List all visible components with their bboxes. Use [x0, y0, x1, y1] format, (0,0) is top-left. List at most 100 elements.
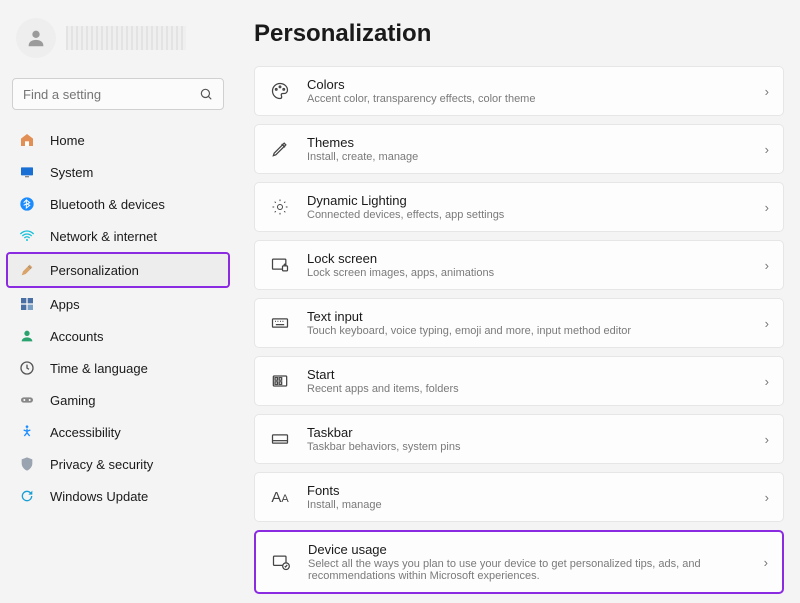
search-icon: [199, 87, 213, 101]
nav: Home System Bluetooth & devices Network …: [8, 124, 228, 512]
home-icon: [18, 131, 36, 149]
accounts-icon: [18, 327, 36, 345]
sidebar-item-network[interactable]: Network & internet: [8, 220, 228, 252]
brush-icon: [269, 138, 291, 160]
sidebar-item-label: Network & internet: [50, 229, 218, 244]
sidebar-item-label: Personalization: [50, 263, 218, 278]
settings-cards: Colors Accent color, transparency effect…: [254, 66, 784, 594]
main: Personalization Colors Accent color, tra…: [236, 0, 800, 603]
chevron-right-icon: ›: [765, 490, 769, 505]
chevron-right-icon: ›: [764, 555, 768, 570]
card-text: Device usage Select all the ways you pla…: [308, 542, 748, 582]
sidebar-item-apps[interactable]: Apps: [8, 288, 228, 320]
taskbar-icon: [269, 428, 291, 450]
card-desc: Accent color, transparency effects, colo…: [307, 93, 749, 105]
card-start[interactable]: Start Recent apps and items, folders ›: [254, 356, 784, 406]
avatar: [16, 18, 56, 58]
sidebar-item-label: Accessibility: [50, 425, 218, 440]
keyboard-icon: [269, 312, 291, 334]
card-desc: Select all the ways you plan to use your…: [308, 558, 748, 582]
accessibility-icon: [18, 423, 36, 441]
chevron-right-icon: ›: [765, 432, 769, 447]
card-device-usage[interactable]: Device usage Select all the ways you pla…: [254, 530, 784, 594]
card-text: Lock screen Lock screen images, apps, an…: [307, 251, 749, 279]
page-title: Personalization: [254, 20, 784, 48]
card-taskbar[interactable]: Taskbar Taskbar behaviors, system pins ›: [254, 414, 784, 464]
sidebar-item-personalization[interactable]: Personalization: [8, 254, 228, 286]
card-title: Colors: [307, 77, 749, 92]
lighting-icon: [269, 196, 291, 218]
sidebar: Home System Bluetooth & devices Network …: [0, 0, 236, 603]
card-fonts[interactable]: AA Fonts Install, manage ›: [254, 472, 784, 522]
sidebar-item-label: Apps: [50, 297, 218, 312]
chevron-right-icon: ›: [765, 258, 769, 273]
sidebar-item-home[interactable]: Home: [8, 124, 228, 156]
device-usage-icon: [270, 551, 292, 573]
sidebar-item-label: Gaming: [50, 393, 218, 408]
card-title: Text input: [307, 309, 749, 324]
card-colors[interactable]: Colors Accent color, transparency effect…: [254, 66, 784, 116]
profile-name-placeholder: [66, 26, 186, 50]
sidebar-item-label: Bluetooth & devices: [50, 197, 218, 212]
card-text: Themes Install, create, manage: [307, 135, 749, 163]
card-themes[interactable]: Themes Install, create, manage ›: [254, 124, 784, 174]
system-icon: [18, 163, 36, 181]
search-input[interactable]: [23, 87, 199, 102]
sidebar-item-label: Time & language: [50, 361, 218, 376]
card-desc: Install, create, manage: [307, 151, 749, 163]
person-icon: [25, 27, 47, 49]
card-title: Device usage: [308, 542, 748, 557]
sidebar-item-privacy[interactable]: Privacy & security: [8, 448, 228, 480]
card-text: Taskbar Taskbar behaviors, system pins: [307, 425, 749, 453]
apps-icon: [18, 295, 36, 313]
card-text: Colors Accent color, transparency effect…: [307, 77, 749, 105]
sidebar-item-system[interactable]: System: [8, 156, 228, 188]
fonts-icon: AA: [269, 486, 291, 508]
bluetooth-icon: [18, 195, 36, 213]
sidebar-item-label: Windows Update: [50, 489, 218, 504]
card-title: Themes: [307, 135, 749, 150]
chevron-right-icon: ›: [765, 84, 769, 99]
palette-icon: [269, 80, 291, 102]
card-text: Start Recent apps and items, folders: [307, 367, 749, 395]
card-desc: Lock screen images, apps, animations: [307, 267, 749, 279]
card-desc: Taskbar behaviors, system pins: [307, 441, 749, 453]
clock-icon: [18, 359, 36, 377]
card-text: Fonts Install, manage: [307, 483, 749, 511]
profile[interactable]: [8, 14, 228, 70]
card-title: Fonts: [307, 483, 749, 498]
chevron-right-icon: ›: [765, 316, 769, 331]
sidebar-item-accessibility[interactable]: Accessibility: [8, 416, 228, 448]
card-dynamic-lighting[interactable]: Dynamic Lighting Connected devices, effe…: [254, 182, 784, 232]
card-title: Taskbar: [307, 425, 749, 440]
gaming-icon: [18, 391, 36, 409]
wifi-icon: [18, 227, 36, 245]
sidebar-item-time[interactable]: Time & language: [8, 352, 228, 384]
sidebar-item-bluetooth[interactable]: Bluetooth & devices: [8, 188, 228, 220]
card-lock-screen[interactable]: Lock screen Lock screen images, apps, an…: [254, 240, 784, 290]
personalization-icon: [18, 261, 36, 279]
chevron-right-icon: ›: [765, 142, 769, 157]
chevron-right-icon: ›: [765, 374, 769, 389]
lock-screen-icon: [269, 254, 291, 276]
sidebar-item-accounts[interactable]: Accounts: [8, 320, 228, 352]
start-icon: [269, 370, 291, 392]
card-desc: Install, manage: [307, 499, 749, 511]
sidebar-item-label: Accounts: [50, 329, 218, 344]
sidebar-item-label: System: [50, 165, 218, 180]
sidebar-item-gaming[interactable]: Gaming: [8, 384, 228, 416]
card-text: Dynamic Lighting Connected devices, effe…: [307, 193, 749, 221]
card-text: Text input Touch keyboard, voice typing,…: [307, 309, 749, 337]
search-box[interactable]: [12, 78, 224, 110]
card-text-input[interactable]: Text input Touch keyboard, voice typing,…: [254, 298, 784, 348]
card-desc: Connected devices, effects, app settings: [307, 209, 749, 221]
card-title: Dynamic Lighting: [307, 193, 749, 208]
card-title: Start: [307, 367, 749, 382]
shield-icon: [18, 455, 36, 473]
sidebar-item-label: Home: [50, 133, 218, 148]
card-desc: Recent apps and items, folders: [307, 383, 749, 395]
update-icon: [18, 487, 36, 505]
card-desc: Touch keyboard, voice typing, emoji and …: [307, 325, 749, 337]
sidebar-item-update[interactable]: Windows Update: [8, 480, 228, 512]
card-title: Lock screen: [307, 251, 749, 266]
